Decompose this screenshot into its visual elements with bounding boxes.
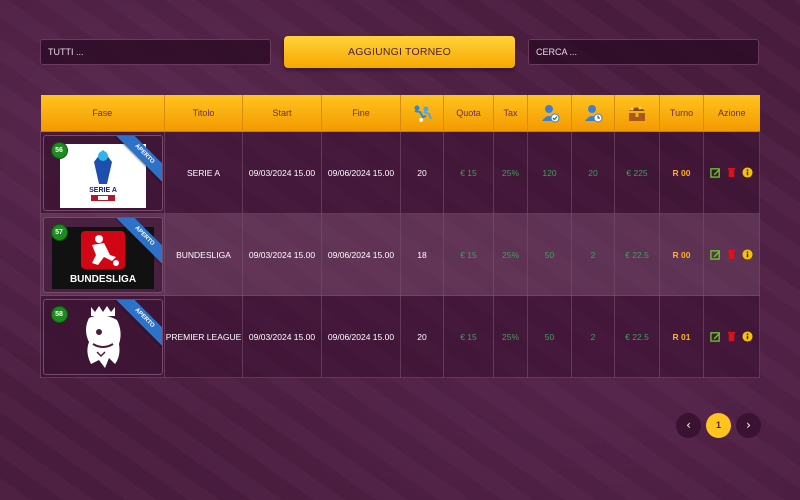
- actions-cell: [703, 131, 760, 214]
- bundesliga-logo-text: BUNDESLIGA: [69, 274, 135, 285]
- premier-league-logo: [71, 304, 135, 374]
- end-cell: 09/06/2024 15.00: [321, 213, 401, 296]
- header-titolo[interactable]: Titolo: [164, 95, 243, 132]
- delete-icon[interactable]: [726, 167, 737, 178]
- header-prize[interactable]: [614, 95, 660, 132]
- header-azione: Azione: [703, 95, 760, 132]
- round-cell: R 01: [659, 295, 704, 378]
- players-cell: 20: [400, 295, 444, 378]
- top-bar: TUTTI ... AGGIUNGI TORNEO: [40, 36, 759, 68]
- info-icon[interactable]: [742, 167, 753, 178]
- start-cell: 09/03/2024 15.00: [242, 213, 322, 296]
- add-tournament-button[interactable]: AGGIUNGI TORNEO: [284, 36, 515, 68]
- delete-icon[interactable]: [726, 331, 737, 342]
- header-waiting[interactable]: [571, 95, 615, 132]
- prize-cell: € 225: [614, 131, 660, 214]
- title-cell: PREMIER LEAGUE: [164, 295, 243, 378]
- subscribed-cell: 50: [527, 213, 572, 296]
- actions-cell: [703, 213, 760, 296]
- tournament-id-badge: 56: [50, 141, 68, 159]
- header-fase[interactable]: Fase: [40, 95, 165, 132]
- treasure-chest-icon: [629, 106, 645, 121]
- info-icon[interactable]: [742, 331, 753, 342]
- serie-a-logo-text: SERIE A: [89, 187, 117, 194]
- tax-cell: 25%: [493, 213, 528, 296]
- quota-cell: € 15: [443, 213, 494, 296]
- quota-cell: € 15: [443, 295, 494, 378]
- user-check-icon: [541, 105, 559, 123]
- edit-icon[interactable]: [710, 331, 721, 342]
- title-cell: SERIE A: [164, 131, 243, 214]
- header-tax[interactable]: Tax: [493, 95, 528, 132]
- waiting-cell: 20: [571, 131, 615, 214]
- actions-cell: [703, 295, 760, 378]
- start-cell: 09/03/2024 15.00: [242, 295, 322, 378]
- players-cell: 20: [400, 131, 444, 214]
- waiting-cell: 2: [571, 295, 615, 378]
- start-cell: 09/03/2024 15.00: [242, 131, 322, 214]
- end-cell: 09/06/2024 15.00: [321, 295, 401, 378]
- next-page-button[interactable]: ›: [736, 413, 761, 438]
- players-icon: [414, 105, 432, 122]
- tax-cell: 25%: [493, 131, 528, 214]
- phase-card[interactable]: 57 APERTO BUNDESLIGA: [42, 216, 163, 293]
- round-cell: R 00: [659, 213, 704, 296]
- phase-card[interactable]: 56 APERTO SERIE A: [42, 134, 163, 211]
- prize-cell: € 22.5: [614, 295, 660, 378]
- header-turno[interactable]: Turno: [659, 95, 704, 132]
- header-quota[interactable]: Quota: [443, 95, 494, 132]
- title-cell: BUNDESLIGA: [164, 213, 243, 296]
- quota-cell: € 15: [443, 131, 494, 214]
- phase-card[interactable]: 58 APERTO: [42, 298, 163, 375]
- search-input[interactable]: [528, 39, 759, 65]
- waiting-cell: 2: [571, 213, 615, 296]
- info-icon[interactable]: [742, 249, 753, 260]
- players-cell: 18: [400, 213, 444, 296]
- header-fine[interactable]: Fine: [321, 95, 401, 132]
- filter-select[interactable]: TUTTI ...: [40, 39, 271, 65]
- tax-cell: 25%: [493, 295, 528, 378]
- edit-icon[interactable]: [710, 167, 721, 178]
- table-row[interactable]: 58 APERTO PREMIER LEAGUE 09/03/2024 15.0…: [40, 295, 760, 378]
- header-players[interactable]: [400, 95, 444, 132]
- tournament-id-badge: 58: [50, 305, 68, 323]
- round-cell: R 00: [659, 131, 704, 214]
- phase-cell: 56 APERTO SERIE A: [40, 131, 165, 214]
- pagination: ‹ 1 ›: [676, 413, 761, 438]
- edit-icon[interactable]: [710, 249, 721, 260]
- tournament-id-badge: 57: [50, 223, 68, 241]
- tournaments-table: Fase Titolo Start Fine Quota Tax Turno A…: [40, 95, 760, 378]
- prize-cell: € 22.5: [614, 213, 660, 296]
- page-1-button[interactable]: 1: [706, 413, 731, 438]
- header-start[interactable]: Start: [242, 95, 322, 132]
- table-header-row: Fase Titolo Start Fine Quota Tax Turno A…: [40, 95, 760, 132]
- table-row[interactable]: 57 APERTO BUNDESLIGA BUNDESLIGA 09/03/20: [40, 213, 760, 296]
- user-clock-icon: [585, 105, 603, 123]
- subscribed-cell: 120: [527, 131, 572, 214]
- header-subscribed[interactable]: [527, 95, 572, 132]
- end-cell: 09/06/2024 15.00: [321, 131, 401, 214]
- table-row[interactable]: 56 APERTO SERIE A SERIE A 09/03/2024 15.: [40, 131, 760, 214]
- prev-page-button[interactable]: ‹: [676, 413, 701, 438]
- phase-cell: 58 APERTO: [40, 295, 165, 378]
- phase-cell: 57 APERTO BUNDESLIGA: [40, 213, 165, 296]
- subscribed-cell: 50: [527, 295, 572, 378]
- delete-icon[interactable]: [726, 249, 737, 260]
